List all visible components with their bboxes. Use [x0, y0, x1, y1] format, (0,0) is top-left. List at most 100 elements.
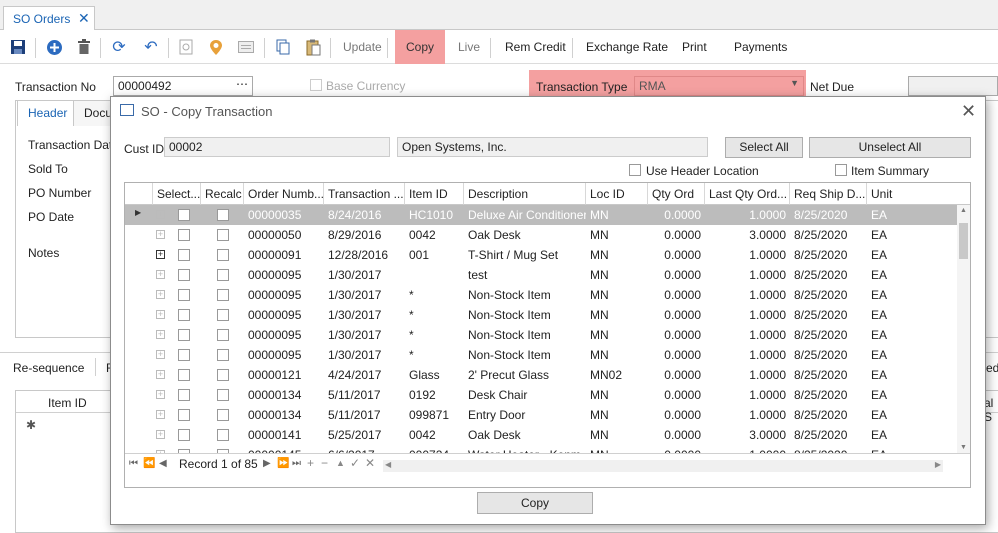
- select-checkbox[interactable]: [178, 429, 190, 441]
- next-page-icon[interactable]: ⏩: [277, 458, 289, 469]
- table-row[interactable]: +00000141 5/25/2017 0042 Oak Desk MN 0.0000 3.…: [125, 425, 957, 445]
- table-row[interactable]: +00000050 8/29/2016 0042 Oak Desk MN 0.0000 3.…: [125, 225, 957, 245]
- close-tab-icon[interactable]: ✕: [78, 10, 90, 27]
- add-record-icon[interactable]: +: [307, 456, 314, 470]
- item-id-column-header[interactable]: Item ID: [405, 183, 464, 205]
- recalc-checkbox[interactable]: [217, 349, 229, 361]
- recalc-checkbox[interactable]: [217, 229, 229, 241]
- expand-row-icon[interactable]: +: [156, 390, 165, 399]
- transaction-type-select[interactable]: RMA ▼: [634, 76, 804, 96]
- order-number-column-header[interactable]: Order Numb...: [244, 183, 324, 205]
- table-row[interactable]: +00000095 1/30/2017 * Non-Stock Item MN 0.000…: [125, 305, 957, 325]
- select-checkbox[interactable]: [178, 309, 190, 321]
- base-currency-checkbox[interactable]: [310, 79, 322, 91]
- expand-row-icon[interactable]: +: [156, 210, 165, 219]
- table-row[interactable]: +00000095 1/30/2017 test MN 0.0000 1.0000 8/25…: [125, 265, 957, 285]
- last-record-icon[interactable]: ⏭: [292, 458, 301, 469]
- cancel-edit-icon[interactable]: ✕: [365, 456, 375, 470]
- scrollbar-thumb[interactable]: [959, 223, 968, 259]
- scroll-up-icon[interactable]: ▲: [960, 207, 967, 214]
- table-row[interactable]: +00000121 4/24/2017 Glass 2' Precut Glass MN…: [125, 365, 957, 385]
- keyboard-icon[interactable]: [237, 38, 255, 56]
- qty-ord-column-header[interactable]: Qty Ord: [648, 183, 705, 205]
- delete-record-icon[interactable]: −: [321, 456, 328, 470]
- update-button[interactable]: Update: [335, 30, 390, 64]
- expand-row-icon[interactable]: +: [156, 410, 165, 419]
- recalc-checkbox[interactable]: [217, 369, 229, 381]
- select-all-button[interactable]: Select All: [725, 137, 803, 158]
- recalc-checkbox[interactable]: [217, 289, 229, 301]
- transaction-date-column-header[interactable]: Transaction ...: [324, 183, 405, 205]
- item-summary-checkbox[interactable]: [835, 164, 847, 176]
- recalc-checkbox[interactable]: [217, 269, 229, 281]
- select-checkbox[interactable]: [178, 209, 190, 221]
- horizontal-scrollbar[interactable]: ◀ ▶: [383, 460, 943, 472]
- select-checkbox[interactable]: [178, 269, 190, 281]
- duplicate-icon[interactable]: [274, 38, 292, 56]
- scroll-down-icon[interactable]: ▼: [960, 444, 967, 451]
- expand-row-icon[interactable]: +: [156, 250, 165, 259]
- expand-row-icon[interactable]: +: [156, 430, 165, 439]
- add-icon[interactable]: [45, 38, 63, 56]
- rem-credit-button[interactable]: Rem Credit: [497, 30, 574, 64]
- lookup-ellipsis-icon[interactable]: ⋯: [236, 77, 248, 91]
- recalc-column-header[interactable]: Recalc: [201, 183, 244, 205]
- scroll-left-icon[interactable]: ◀: [385, 460, 391, 469]
- vertical-scrollbar[interactable]: ▲ ▼: [957, 205, 970, 453]
- recalc-checkbox[interactable]: [217, 309, 229, 321]
- expand-row-icon[interactable]: +: [156, 370, 165, 379]
- find-icon[interactable]: [177, 38, 195, 56]
- next-record-icon[interactable]: ▶: [263, 458, 271, 469]
- recalc-checkbox[interactable]: [217, 329, 229, 341]
- table-row[interactable]: +00000095 1/30/2017 * Non-Stock Item MN 0.000…: [125, 285, 957, 305]
- refresh-icon[interactable]: ⟳: [110, 38, 128, 56]
- unit-column-header[interactable]: Unit: [867, 183, 970, 205]
- select-checkbox[interactable]: [178, 329, 190, 341]
- expand-row-icon[interactable]: +: [156, 270, 165, 279]
- tab-header[interactable]: Header: [17, 100, 79, 126]
- expand-row-icon[interactable]: +: [156, 310, 165, 319]
- copy-dialog-button[interactable]: Copy: [477, 492, 593, 514]
- unselect-all-button[interactable]: Unselect All: [809, 137, 971, 158]
- previous-record-icon[interactable]: ◀: [159, 458, 167, 469]
- req-ship-date-column-header[interactable]: Req Ship D...: [790, 183, 867, 205]
- table-row[interactable]: ▶ +00000035 8/24/2016 HC1010 Deluxe Air Cond…: [125, 205, 957, 225]
- live-button[interactable]: Live: [450, 30, 488, 64]
- select-checkbox[interactable]: [178, 249, 190, 261]
- use-header-location-checkbox[interactable]: [629, 164, 641, 176]
- table-row[interactable]: +00000091 12/28/2016 001 T-Shirt / Mug Set M…: [125, 245, 957, 265]
- edit-record-icon[interactable]: ▲: [336, 458, 345, 468]
- scroll-right-icon[interactable]: ▶: [935, 460, 941, 469]
- copy-button[interactable]: Copy: [395, 30, 445, 64]
- close-icon[interactable]: ✕: [961, 101, 976, 122]
- loc-id-column-header[interactable]: Loc ID: [586, 183, 648, 205]
- recalc-checkbox[interactable]: [217, 409, 229, 421]
- select-checkbox[interactable]: [178, 389, 190, 401]
- transaction-no-field[interactable]: 00000492 ⋯: [113, 76, 253, 96]
- recalc-checkbox[interactable]: [217, 249, 229, 261]
- select-column-header[interactable]: Select...: [153, 183, 201, 205]
- table-row[interactable]: +00000095 1/30/2017 * Non-Stock Item MN 0.000…: [125, 345, 957, 365]
- table-row[interactable]: +00000095 1/30/2017 * Non-Stock Item MN 0.000…: [125, 325, 957, 345]
- select-checkbox[interactable]: [178, 229, 190, 241]
- print-button[interactable]: Print: [674, 30, 715, 64]
- last-qty-ord-column-header[interactable]: Last Qty Ord...: [705, 183, 790, 205]
- paste-icon[interactable]: [304, 38, 322, 56]
- chevron-down-icon[interactable]: ▼: [790, 78, 799, 88]
- select-checkbox[interactable]: [178, 289, 190, 301]
- save-icon[interactable]: [9, 38, 27, 56]
- accept-edit-icon[interactable]: ✓: [350, 456, 360, 470]
- delete-icon[interactable]: [75, 38, 93, 56]
- recalc-checkbox[interactable]: [217, 389, 229, 401]
- select-checkbox[interactable]: [178, 349, 190, 361]
- undo-icon[interactable]: ↶: [142, 38, 160, 56]
- exchange-rate-button[interactable]: Exchange Rate: [578, 30, 676, 64]
- expand-row-icon[interactable]: +: [156, 230, 165, 239]
- tab-so-orders[interactable]: SO Orders ✕: [3, 6, 95, 31]
- expand-row-icon[interactable]: +: [156, 330, 165, 339]
- recalc-checkbox[interactable]: [217, 209, 229, 221]
- item-id-column-header[interactable]: Item ID: [48, 396, 87, 410]
- expand-row-icon[interactable]: +: [156, 290, 165, 299]
- description-column-header[interactable]: Description: [464, 183, 586, 205]
- previous-page-icon[interactable]: ⏪: [143, 458, 155, 469]
